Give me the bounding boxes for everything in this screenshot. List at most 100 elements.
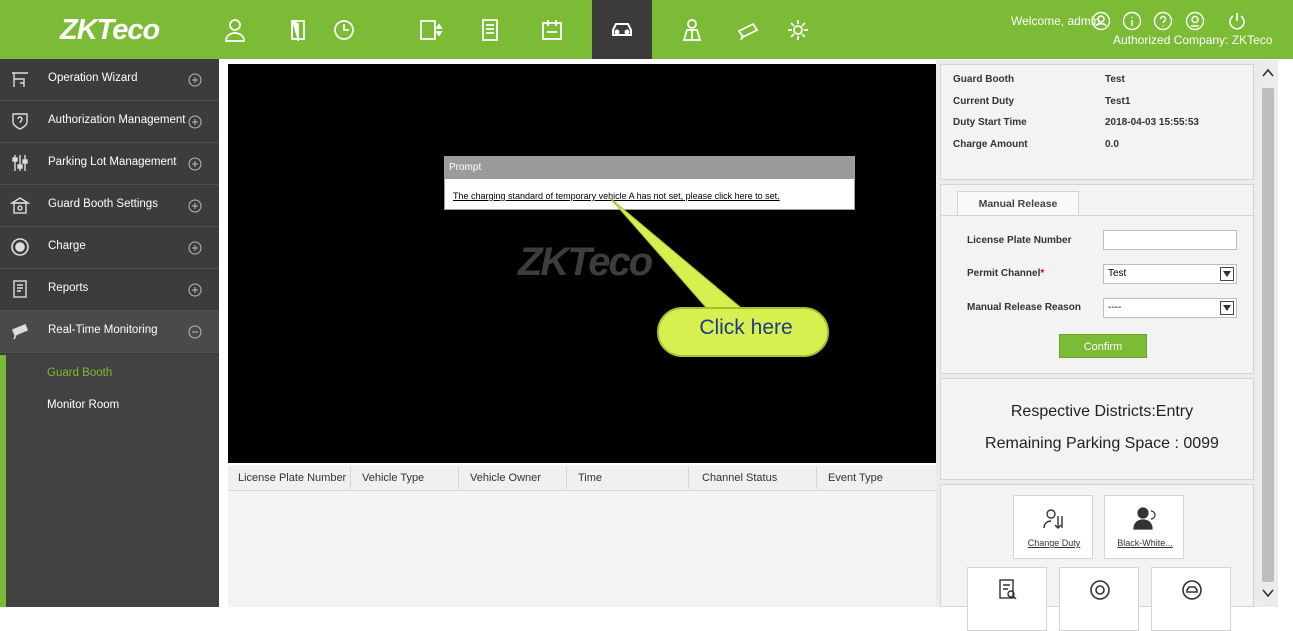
- expand-icon[interactable]: [188, 283, 202, 297]
- expand-icon[interactable]: [188, 241, 202, 255]
- black-white-label: Black-White...: [1117, 538, 1173, 548]
- quick-actions-box: Change Duty Black-White...: [940, 484, 1254, 631]
- sidebar-item-label: Real-Time Monitoring: [48, 324, 158, 336]
- sidebar: Operation Wizard Authorization Managemen…: [0, 59, 219, 607]
- submenu: Guard Booth Monitor Room: [0, 355, 219, 607]
- patrol-icon[interactable]: [662, 0, 722, 59]
- sidebar-item-label: Authorization Management: [48, 114, 186, 126]
- logo: ZKTeco: [60, 14, 160, 47]
- column-divider: [688, 467, 689, 489]
- chevron-down-icon[interactable]: [1220, 267, 1234, 281]
- sidebar-item-label: Reports: [48, 282, 89, 294]
- sidebar-item-label: Charge: [48, 240, 86, 252]
- top-bar: ZKTeco Welcome, admin Authorized Company…: [0, 0, 1293, 59]
- column-header: Channel Status: [702, 472, 778, 484]
- scroll-up-icon[interactable]: [1262, 68, 1274, 78]
- release-reason-value: ----: [1108, 302, 1122, 313]
- coin-icon: [11, 238, 29, 256]
- logout-icon[interactable]: [1226, 10, 1248, 32]
- scrollbar[interactable]: [1258, 60, 1278, 607]
- release-reason-label: Manual Release Reason: [967, 302, 1081, 313]
- right-panel: Guard Booth Test Current Duty Test1 Duty…: [936, 60, 1258, 631]
- manual-release-box: Manual Release License Plate Number Perm…: [940, 184, 1254, 374]
- sidebar-item-authorization-management[interactable]: Authorization Management: [0, 101, 219, 143]
- callout-pointer: [609, 197, 829, 357]
- info-icon[interactable]: [1121, 10, 1143, 32]
- wizard-icon: [12, 72, 28, 87]
- guard-booth-value: Test: [1105, 74, 1125, 85]
- column-header: Vehicle Type: [362, 472, 425, 484]
- expand-icon[interactable]: [188, 115, 202, 129]
- table-header: License Plate Number Vehicle Type Vehicl…: [228, 465, 936, 491]
- event-table: License Plate Number Vehicle Type Vehicl…: [228, 465, 936, 607]
- column-divider: [816, 467, 817, 489]
- change-duty-button[interactable]: Change Duty: [1013, 495, 1093, 559]
- expand-icon[interactable]: [188, 73, 202, 87]
- change-duty-label: Change Duty: [1027, 538, 1081, 548]
- visitor-icon[interactable]: [460, 0, 520, 59]
- license-plate-input[interactable]: [1103, 230, 1237, 250]
- sidebar-item-guard-booth-settings[interactable]: Guard Booth Settings: [0, 185, 219, 227]
- sidebar-item-label: Guard Booth Settings: [48, 198, 158, 210]
- expand-icon[interactable]: [188, 199, 202, 213]
- sidebar-item-real-time-monitoring[interactable]: Real-Time Monitoring: [0, 311, 219, 353]
- parking-icon[interactable]: [592, 0, 652, 59]
- current-duty-label: Current Duty: [953, 96, 1015, 107]
- column-header: Event Type: [828, 472, 883, 484]
- sidebar-item-reports[interactable]: Reports: [0, 269, 219, 311]
- video-panel: ZKTeco Prompt The charging standard of t…: [228, 64, 936, 463]
- plate-label: License Plate Number: [967, 235, 1072, 246]
- tab-manual-release[interactable]: Manual Release: [957, 191, 1079, 215]
- vehicle-icon: [1182, 580, 1202, 600]
- collapse-icon[interactable]: [188, 325, 202, 339]
- tab-divider: [941, 215, 1253, 216]
- parking-status-box: Respective Districts:Entry Remaining Par…: [940, 378, 1254, 480]
- record-icon: [999, 579, 1017, 600]
- column-divider: [458, 467, 459, 489]
- system-icon[interactable]: [768, 0, 828, 59]
- vehicle-button[interactable]: [1151, 567, 1231, 631]
- duty-start-value: 2018-04-03 15:55:53: [1105, 117, 1199, 128]
- record-button[interactable]: [967, 567, 1047, 631]
- profile-icon[interactable]: [1184, 10, 1206, 32]
- sidebar-item-label: Operation Wizard: [48, 72, 138, 84]
- sliders-icon: [12, 155, 28, 171]
- sidebar-item-charge[interactable]: Charge: [0, 227, 219, 269]
- duty-start-label: Duty Start Time: [953, 117, 1027, 128]
- remaining-space-text: Remaining Parking Space : 0099: [985, 435, 1219, 452]
- booth-icon: [10, 197, 30, 214]
- change-duty-icon: [1043, 509, 1063, 529]
- sidebar-item-parking-lot-management[interactable]: Parking Lot Management: [0, 143, 219, 185]
- chevron-down-icon[interactable]: [1220, 301, 1234, 315]
- guard-booth-label: Guard Booth: [953, 74, 1015, 85]
- column-header: License Plate Number: [238, 472, 347, 484]
- black-white-icon: [1133, 507, 1156, 530]
- current-duty-value: Test1: [1105, 96, 1131, 107]
- sub-item-monitor-room[interactable]: Monitor Room: [47, 399, 119, 411]
- elevator-icon[interactable]: [400, 0, 460, 59]
- user-info-icon[interactable]: [1090, 10, 1112, 32]
- column-divider: [566, 467, 567, 489]
- black-white-button[interactable]: Black-White...: [1104, 495, 1184, 559]
- scroll-thumb[interactable]: [1262, 88, 1274, 582]
- sidebar-item-operation-wizard[interactable]: Operation Wizard: [0, 59, 219, 101]
- consumer-icon[interactable]: [522, 0, 582, 59]
- sub-item-guard-booth[interactable]: Guard Booth: [47, 367, 112, 379]
- charge-amount-value: 0.0: [1105, 139, 1119, 150]
- district-text: Respective Districts:Entry: [1010, 403, 1194, 420]
- release-reason-select[interactable]: ----: [1103, 298, 1237, 318]
- permit-channel-select[interactable]: Test: [1103, 264, 1237, 284]
- attendance-icon[interactable]: [314, 0, 374, 59]
- personnel-icon[interactable]: [205, 0, 265, 59]
- scroll-down-icon[interactable]: [1262, 588, 1274, 598]
- column-divider: [350, 467, 351, 489]
- expand-icon[interactable]: [188, 157, 202, 171]
- charge-button[interactable]: [1059, 567, 1139, 631]
- welcome-text: Welcome, admin: [1011, 14, 1101, 28]
- duty-info-box: Guard Booth Test Current Duty Test1 Duty…: [940, 64, 1254, 180]
- permit-channel-text: Permit Channel: [967, 268, 1041, 279]
- shield-icon: [12, 113, 28, 130]
- permit-channel-value: Test: [1108, 268, 1127, 279]
- help-icon[interactable]: [1152, 10, 1174, 32]
- confirm-button[interactable]: Confirm: [1059, 334, 1147, 358]
